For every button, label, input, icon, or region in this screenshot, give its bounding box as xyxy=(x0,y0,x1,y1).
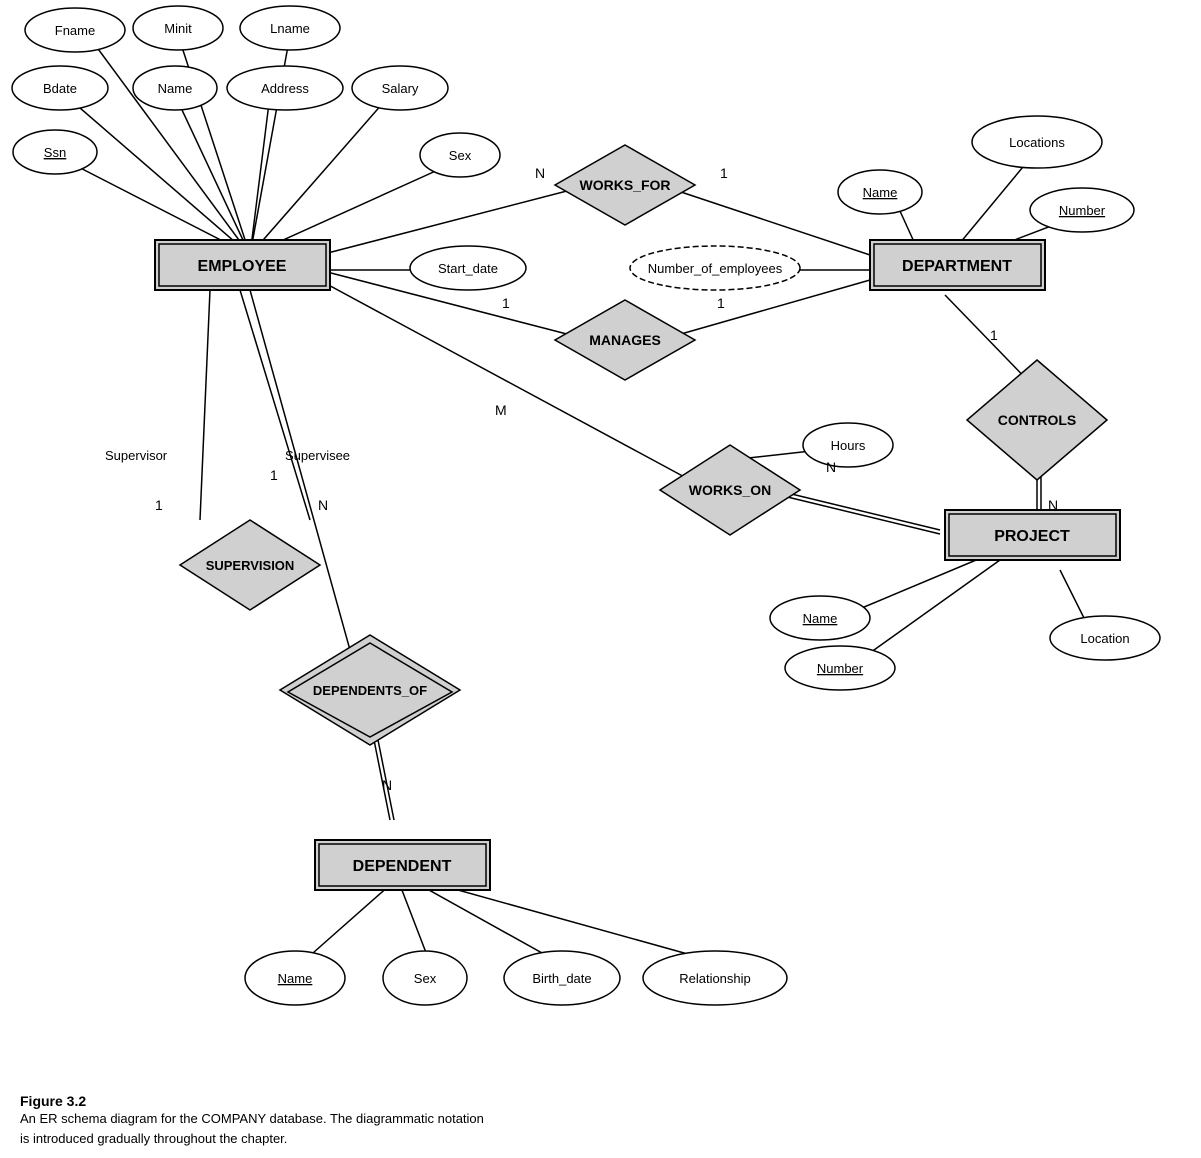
card-1-controls-dept: 1 xyxy=(990,327,998,343)
card-n-supervision-supervisee: N xyxy=(318,497,328,513)
attr-locations: Locations xyxy=(1009,135,1065,150)
works-for-label: WORKS_FOR xyxy=(580,177,671,193)
attr-sex-emp: Sex xyxy=(449,148,472,163)
attr-lname: Lname xyxy=(270,21,310,36)
attr-num-employees: Number_of_employees xyxy=(648,261,783,276)
card-n-controls-proj: N xyxy=(1048,497,1058,513)
attr-location: Location xyxy=(1080,631,1129,646)
employee-label: EMPLOYEE xyxy=(198,258,287,275)
card-1-manages-emp: 1 xyxy=(502,295,510,311)
attr-dept-number: Number xyxy=(1059,203,1106,218)
works-on-label: WORKS_ON xyxy=(689,482,771,498)
card-1-dependents-of-emp: 1 xyxy=(270,467,278,483)
card-1-supervision-supervisor: 1 xyxy=(155,497,163,513)
dependents-of-label: DEPENDENTS_OF xyxy=(313,683,427,698)
attr-dep-name: Name xyxy=(278,971,313,986)
attr-minit: Minit xyxy=(164,21,192,36)
card-m-works-on-emp: M xyxy=(495,402,507,418)
card-n-works-for-emp: N xyxy=(535,165,545,181)
attr-proj-number: Number xyxy=(817,661,864,676)
attr-salary: Salary xyxy=(382,81,419,96)
attr-bdate: Bdate xyxy=(43,81,77,96)
caption-text-line1: An ER schema diagram for the COMPANY dat… xyxy=(20,1111,484,1126)
card-1-manages-dept: 1 xyxy=(717,295,725,311)
attr-ssn: Ssn xyxy=(44,145,66,160)
figure-caption: Figure 3.2 An ER schema diagram for the … xyxy=(20,1093,720,1148)
attr-hours: Hours xyxy=(831,438,866,453)
caption-title: Figure 3.2 xyxy=(20,1093,86,1109)
supervision-label: SUPERVISION xyxy=(206,558,295,573)
attr-address: Address xyxy=(261,81,309,96)
department-label: DEPARTMENT xyxy=(902,258,1012,275)
card-1-works-for-dept: 1 xyxy=(720,165,728,181)
caption-text-line2: is introduced gradually throughout the c… xyxy=(20,1131,287,1146)
card-n-dependents-of-dep: N xyxy=(382,777,392,793)
er-diagram-container: EMPLOYEE DEPARTMENT PROJECT DEPENDENT WO… xyxy=(0,0,1201,1080)
manages-label: MANAGES xyxy=(589,332,661,348)
card-n-works-on-proj: N xyxy=(826,459,836,475)
attr-proj-name: Name xyxy=(803,611,838,626)
attr-dep-birth: Birth_date xyxy=(532,971,591,986)
attr-dept-name: Name xyxy=(863,185,898,200)
project-label: PROJECT xyxy=(994,528,1070,545)
attr-relationship: Relationship xyxy=(679,971,751,986)
label-supervisee: Supervisee xyxy=(285,448,350,463)
attr-emp-name: Name xyxy=(158,81,193,96)
attr-dep-sex: Sex xyxy=(414,971,437,986)
attr-start-date: Start_date xyxy=(438,261,498,276)
attr-fname: Fname xyxy=(55,23,95,38)
controls-label: CONTROLS xyxy=(998,412,1077,428)
dependent-label: DEPENDENT xyxy=(353,858,452,875)
label-supervisor: Supervisor xyxy=(105,448,168,463)
